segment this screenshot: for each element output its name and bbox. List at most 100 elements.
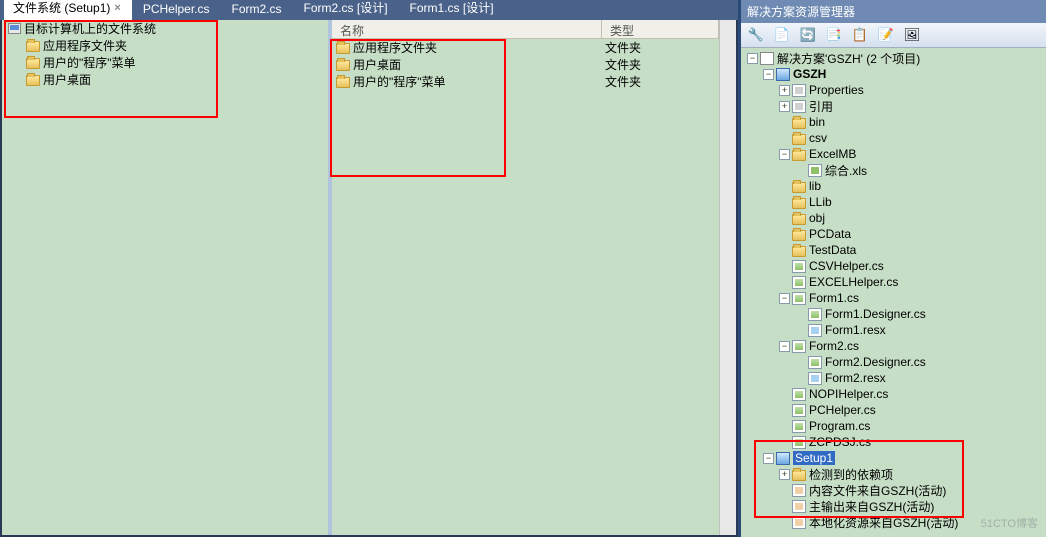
properties-icon[interactable]: 🔧 <box>745 25 767 45</box>
folder-icon <box>792 470 806 481</box>
filesystem-tree[interactable]: 目标计算机上的文件系统 应用程序文件夹 用户的"程序"菜单 用户桌面 <box>2 20 332 535</box>
solution-node[interactable]: TestData <box>741 242 1046 258</box>
scrollbar[interactable] <box>719 20 736 535</box>
tab-label: Form1.cs [设计] <box>410 0 494 16</box>
expander-icon[interactable]: + <box>779 101 790 112</box>
solution-node[interactable]: EXCELHelper.cs <box>741 274 1046 290</box>
expander-icon[interactable]: − <box>779 149 790 160</box>
node-label: obj <box>809 211 825 225</box>
column-type[interactable]: 类型 <box>602 20 719 38</box>
tab-form1-design[interactable]: Form1.cs [设计] <box>401 0 505 20</box>
node-label: csv <box>809 131 827 145</box>
list-header[interactable]: 名称 类型 <box>332 20 719 39</box>
csharp-file-icon <box>792 420 806 433</box>
tab-label: 文件系统 (Setup1) <box>13 0 110 16</box>
tab-label: Form2.cs <box>232 2 282 16</box>
expander-icon[interactable]: − <box>763 453 774 464</box>
project-icon <box>776 452 790 465</box>
solution-node[interactable]: −Form1.cs <box>741 290 1046 306</box>
node-label: PCData <box>809 227 851 241</box>
tree-node-programs-menu[interactable]: 用户的"程序"菜单 <box>2 54 328 71</box>
csharp-file-icon <box>808 356 822 369</box>
solution-node[interactable]: obj <box>741 210 1046 226</box>
list-item[interactable]: 用户桌面 文件夹 <box>332 56 719 73</box>
solution-icon <box>760 52 774 65</box>
tree-node-desktop[interactable]: 用户桌面 <box>2 71 328 88</box>
output-item-icon <box>792 484 806 497</box>
expander-icon[interactable]: − <box>747 53 758 64</box>
expander-icon[interactable]: − <box>763 69 774 80</box>
csharp-file-icon <box>792 340 806 353</box>
solution-node[interactable]: −GSZH <box>741 66 1046 82</box>
tree-node-appfolder[interactable]: 应用程序文件夹 <box>2 37 328 54</box>
solution-node[interactable]: Form2.resx <box>741 370 1046 386</box>
node-label: 检测到的依赖项 <box>809 466 893 483</box>
solution-node[interactable]: −Form2.cs <box>741 338 1046 354</box>
row-type: 文件夹 <box>605 73 641 90</box>
view-code-icon[interactable]: 📝 <box>875 25 897 45</box>
solution-node[interactable]: lib <box>741 178 1046 194</box>
node-label: 内容文件来自GSZH(活动) <box>809 482 946 499</box>
csharp-file-icon <box>792 276 806 289</box>
csharp-file-icon <box>792 260 806 273</box>
solution-node[interactable]: csv <box>741 130 1046 146</box>
expander-icon[interactable]: + <box>779 469 790 480</box>
solution-node[interactable]: −Setup1 <box>741 450 1046 466</box>
folder-icon <box>336 77 350 88</box>
folder-icon <box>792 214 806 225</box>
solution-node[interactable]: − 解决方案'GSZH' (2 个项目) <box>741 50 1046 66</box>
solution-node[interactable]: ZCPDSJ.cs <box>741 434 1046 450</box>
node-label: Form1.Designer.cs <box>825 307 926 321</box>
solution-node[interactable]: Form1.resx <box>741 322 1046 338</box>
solution-tree[interactable]: −解决方案'GSZH' (2 个项目)−GSZH+Properties+引用bi… <box>741 48 1046 537</box>
refresh-icon[interactable]: 🔄 <box>797 25 819 45</box>
config-icon <box>792 100 806 113</box>
tree-root[interactable]: 目标计算机上的文件系统 <box>2 20 328 37</box>
solution-node[interactable]: 综合.xls <box>741 162 1046 178</box>
solution-node[interactable]: Form2.Designer.cs <box>741 354 1046 370</box>
solution-node[interactable]: −ExcelMB <box>741 146 1046 162</box>
solution-node[interactable]: 主输出来自GSZH(活动) <box>741 498 1046 514</box>
solution-node[interactable]: PCData <box>741 226 1046 242</box>
show-all-icon[interactable]: 📄 <box>771 25 793 45</box>
tab-file-system[interactable]: 文件系统 (Setup1) × <box>4 0 132 20</box>
csharp-file-icon <box>792 404 806 417</box>
solution-node[interactable]: + 检测到的依赖项 <box>741 466 1046 482</box>
row-name: 用户桌面 <box>353 56 605 73</box>
node-label: 综合.xls <box>825 162 867 179</box>
list-item[interactable]: 用户的"程序"菜单 文件夹 <box>332 73 719 90</box>
view-designer-icon[interactable]: 🖼 <box>901 25 923 45</box>
solution-node[interactable]: Form1.Designer.cs <box>741 306 1046 322</box>
tab-form2-design[interactable]: Form2.cs [设计] <box>295 0 399 20</box>
folder-icon <box>26 75 40 86</box>
solution-toolbar: 🔧 📄 🔄 📑 📋 📝 🖼 <box>741 23 1046 48</box>
solution-node[interactable]: LLib <box>741 194 1046 210</box>
watermark: 51CTO博客 <box>981 515 1038 531</box>
column-name[interactable]: 名称 <box>332 20 602 38</box>
folder-icon <box>792 198 806 209</box>
solution-node[interactable]: +Properties <box>741 82 1046 98</box>
close-icon[interactable]: × <box>114 2 120 14</box>
solution-node[interactable]: Program.cs <box>741 418 1046 434</box>
solution-node[interactable]: CSVHelper.cs <box>741 258 1046 274</box>
tab-form2-cs[interactable]: Form2.cs <box>223 0 293 20</box>
node-label: 用户的"程序"菜单 <box>43 54 136 71</box>
solution-node[interactable]: +引用 <box>741 98 1046 114</box>
solution-node[interactable]: bin <box>741 114 1046 130</box>
nest-icon[interactable]: 📑 <box>823 25 845 45</box>
expander-icon[interactable]: − <box>779 341 790 352</box>
project-icon <box>776 68 790 81</box>
node-label: TestData <box>809 243 856 257</box>
folder-icon <box>792 246 806 257</box>
solution-node[interactable]: NOPIHelper.cs <box>741 386 1046 402</box>
expander-icon[interactable]: − <box>779 293 790 304</box>
expander-icon[interactable]: + <box>779 85 790 96</box>
solution-node[interactable]: 内容文件来自GSZH(活动) <box>741 482 1046 498</box>
resx-file-icon <box>808 324 822 337</box>
copy-icon[interactable]: 📋 <box>849 25 871 45</box>
list-item[interactable]: 应用程序文件夹 文件夹 <box>332 39 719 56</box>
node-label: 解决方案'GSZH' (2 个项目) <box>777 50 920 67</box>
filesystem-list: 名称 类型 应用程序文件夹 文件夹 用户桌面 文件夹 用户的"程序"菜单 <box>332 20 719 535</box>
tab-pchelper[interactable]: PCHelper.cs <box>134 0 221 20</box>
solution-node[interactable]: PCHelper.cs <box>741 402 1046 418</box>
